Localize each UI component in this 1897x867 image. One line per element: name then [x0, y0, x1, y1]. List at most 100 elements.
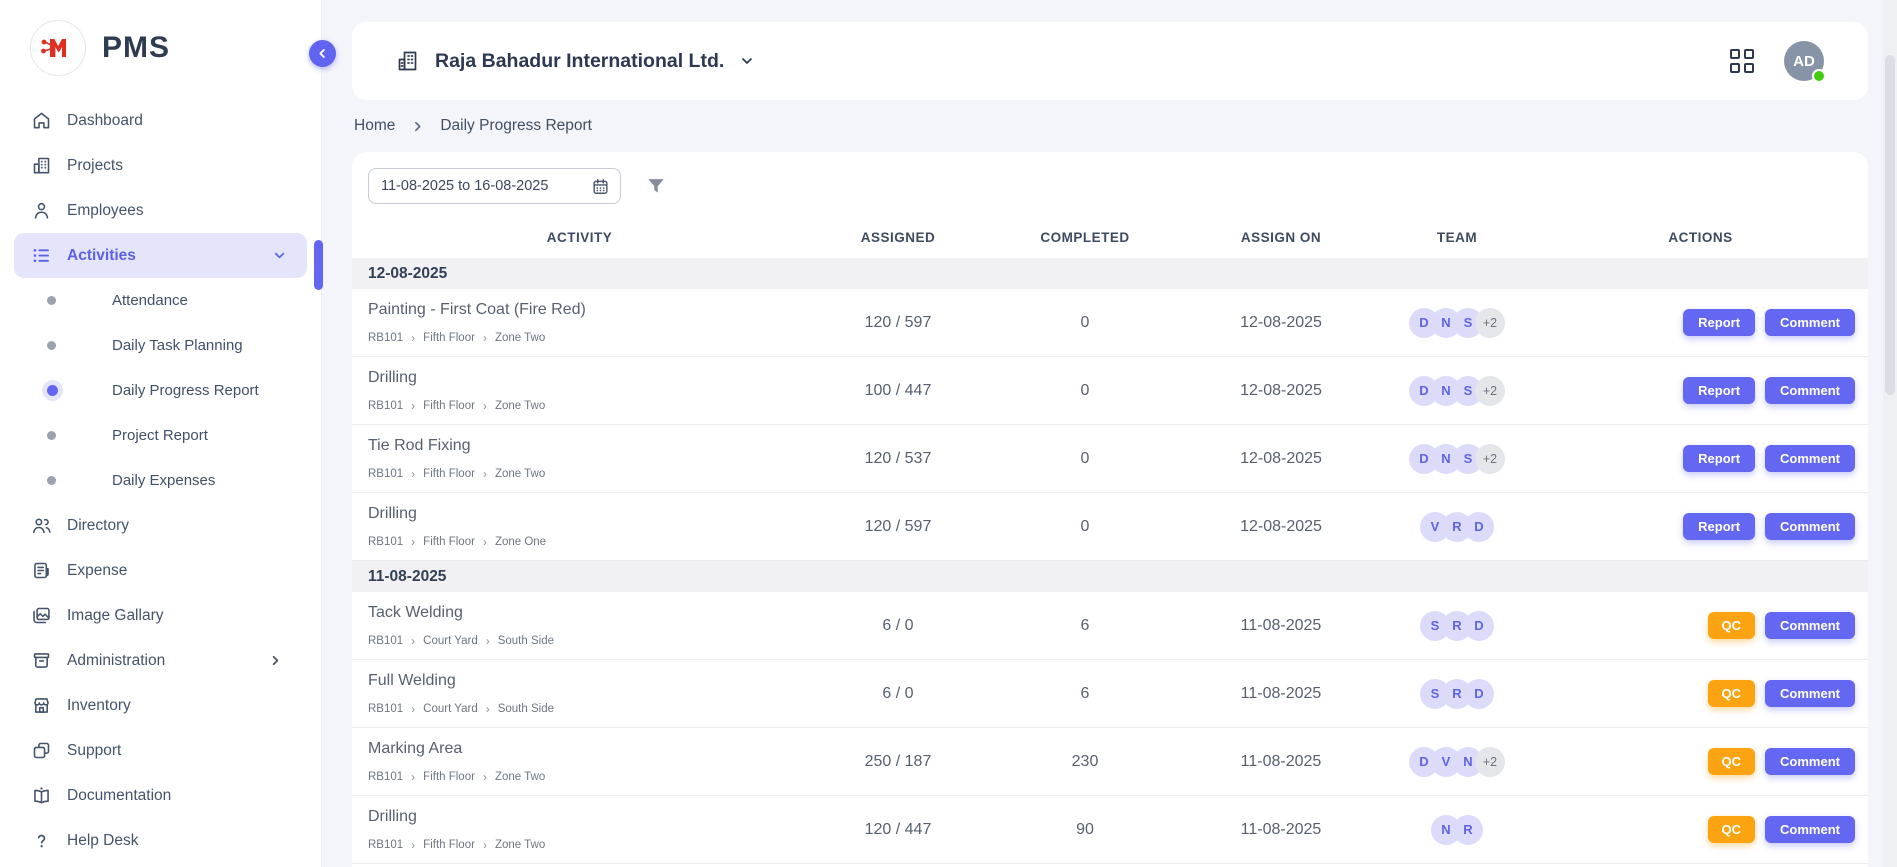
- chevron-right-icon: ›: [411, 703, 415, 715]
- comment-button[interactable]: Comment: [1765, 377, 1855, 404]
- team-avatars: DNS+2: [1381, 376, 1533, 406]
- sidebar-subitem-label: Daily Task Planning: [112, 337, 243, 354]
- completed-value: 0: [989, 314, 1181, 332]
- qc-button[interactable]: QC: [1708, 816, 1756, 843]
- comment-button[interactable]: Comment: [1765, 513, 1855, 540]
- chevron-down-icon: [272, 248, 287, 263]
- assigned-value: 120 / 537: [807, 450, 989, 468]
- path-segment: Fifth Floor: [423, 771, 475, 783]
- sidebar-item-image-gallary[interactable]: Image Gallary: [0, 593, 321, 638]
- user-avatar[interactable]: AD: [1784, 41, 1824, 81]
- path-segment: RB101: [368, 468, 403, 480]
- date-range-input[interactable]: [381, 178, 585, 194]
- breadcrumb: Home Daily Progress Report: [354, 110, 592, 142]
- sidebar-collapse-button[interactable]: [309, 40, 336, 67]
- sidebar-item-expense[interactable]: Expense: [0, 548, 321, 593]
- sidebar-item-activities[interactable]: Activities: [14, 233, 307, 278]
- company-selector[interactable]: Raja Bahadur International Ltd.: [396, 49, 755, 73]
- table-row: Full WeldingRB101›Court Yard›South Side6…: [352, 660, 1868, 728]
- sidebar-item-label: Dashboard: [67, 112, 143, 130]
- sidebar-subitem-daily-task-planning[interactable]: Daily Task Planning: [0, 323, 321, 368]
- path-segment: RB101: [368, 771, 403, 783]
- report-button[interactable]: Report: [1683, 513, 1755, 540]
- sidebar-item-documentation[interactable]: Documentation: [0, 773, 321, 818]
- report-button[interactable]: Report: [1683, 309, 1755, 336]
- avatar-initials: AD: [1793, 53, 1815, 70]
- comment-button[interactable]: Comment: [1765, 680, 1855, 707]
- table-row: DrillingRB101›Fifth Floor›Zone Two100 / …: [352, 357, 1868, 425]
- path-segment: Fifth Floor: [423, 400, 475, 412]
- sidebar-subitem-attendance[interactable]: Attendance: [0, 278, 321, 323]
- comment-button[interactable]: Comment: [1765, 309, 1855, 336]
- activity-path: RB101›Court Yard›South Side: [368, 635, 807, 647]
- row-actions: Report Comment: [1533, 377, 1868, 404]
- filter-button[interactable]: [645, 175, 667, 197]
- scrollbar[interactable]: [1883, 0, 1897, 867]
- sidebar-item-employees[interactable]: Employees: [0, 188, 321, 233]
- sidebar-subitem-daily-expenses[interactable]: Daily Expenses: [0, 458, 321, 503]
- calendar-icon[interactable]: [591, 177, 610, 196]
- team-extra-count[interactable]: +2: [1475, 308, 1505, 338]
- expense-icon: [31, 560, 52, 581]
- bullet-icon: [47, 296, 56, 305]
- path-segment: South Side: [498, 703, 554, 715]
- activity-path: RB101›Fifth Floor›Zone Two: [368, 332, 807, 344]
- chevron-right-icon: ›: [411, 771, 415, 783]
- comment-button[interactable]: Comment: [1765, 816, 1855, 843]
- completed-value: 230: [989, 753, 1181, 771]
- sidebar-item-inventory[interactable]: Inventory: [0, 683, 321, 728]
- activity-path: RB101›Fifth Floor›Zone Two: [368, 839, 807, 851]
- comment-button[interactable]: Comment: [1765, 612, 1855, 639]
- team-extra-count[interactable]: +2: [1475, 444, 1505, 474]
- team-extra-count[interactable]: +2: [1475, 747, 1505, 777]
- sidebar-subitem-project-report[interactable]: Project Report: [0, 413, 321, 458]
- activity-title: Painting - First Coat (Fire Red): [368, 301, 807, 319]
- path-segment: Fifth Floor: [423, 536, 475, 548]
- qc-button[interactable]: QC: [1708, 680, 1756, 707]
- apps-grid-button[interactable]: [1730, 49, 1754, 73]
- chevron-right-icon: ›: [486, 703, 490, 715]
- sidebar-nav: Dashboard ProjectsEmployeesActivities Atte…: [0, 98, 321, 863]
- chevron-right-icon: ›: [411, 635, 415, 647]
- assigned-value: 250 / 187: [807, 753, 989, 771]
- column-header-activity: ACTIVITY: [352, 230, 807, 245]
- sidebar-item-projects[interactable]: Projects: [0, 143, 321, 188]
- sidebar-item-support[interactable]: Support: [0, 728, 321, 773]
- team-avatars: DNS+2: [1381, 308, 1533, 338]
- report-button[interactable]: Report: [1683, 377, 1755, 404]
- active-section-accent-bar: [314, 240, 323, 290]
- breadcrumb-home-link[interactable]: Home: [354, 117, 395, 135]
- qc-button[interactable]: QC: [1708, 612, 1756, 639]
- support-icon: [31, 740, 52, 761]
- bullet-icon: [47, 476, 56, 485]
- table-header: ACTIVITYASSIGNEDCOMPLETEDASSIGN ONTEAMAC…: [352, 216, 1868, 258]
- scrollbar-thumb[interactable]: [1885, 55, 1895, 395]
- inventory-icon: [31, 695, 52, 716]
- comment-button[interactable]: Comment: [1765, 748, 1855, 775]
- completed-value: 90: [989, 821, 1181, 839]
- path-segment: Court Yard: [423, 703, 478, 715]
- sidebar-item-administration[interactable]: Administration: [0, 638, 321, 683]
- assigned-value: 120 / 597: [807, 518, 989, 536]
- sidebar-item-label: Image Gallary: [67, 607, 163, 625]
- sidebar-item-help-desk[interactable]: Help Desk: [0, 818, 321, 863]
- team-member-avatar: D: [1464, 679, 1494, 709]
- sidebar-item-directory[interactable]: Directory: [0, 503, 321, 548]
- completed-value: 0: [989, 518, 1181, 536]
- table-body: 12-08-2025 Painting - First Coat (Fire Re…: [352, 258, 1868, 864]
- sidebar-subitem-label: Attendance: [112, 292, 188, 309]
- team-extra-count[interactable]: +2: [1475, 376, 1505, 406]
- comment-button[interactable]: Comment: [1765, 445, 1855, 472]
- app-logo[interactable]: PMS: [0, 0, 321, 76]
- assigned-value: 120 / 447: [807, 821, 989, 839]
- sidebar-subitem-daily-progress-report[interactable]: Daily Progress Report: [0, 368, 321, 413]
- completed-value: 6: [989, 685, 1181, 703]
- sidebar-item-dashboard[interactable]: Dashboard: [0, 98, 321, 143]
- chevron-down-icon: [739, 53, 755, 69]
- chevron-right-icon: ›: [411, 536, 415, 548]
- report-button[interactable]: Report: [1683, 445, 1755, 472]
- row-actions: Report Comment: [1533, 309, 1868, 336]
- qc-button[interactable]: QC: [1708, 748, 1756, 775]
- path-segment: Zone One: [495, 536, 546, 548]
- assign-on-value: 12-08-2025: [1181, 382, 1381, 400]
